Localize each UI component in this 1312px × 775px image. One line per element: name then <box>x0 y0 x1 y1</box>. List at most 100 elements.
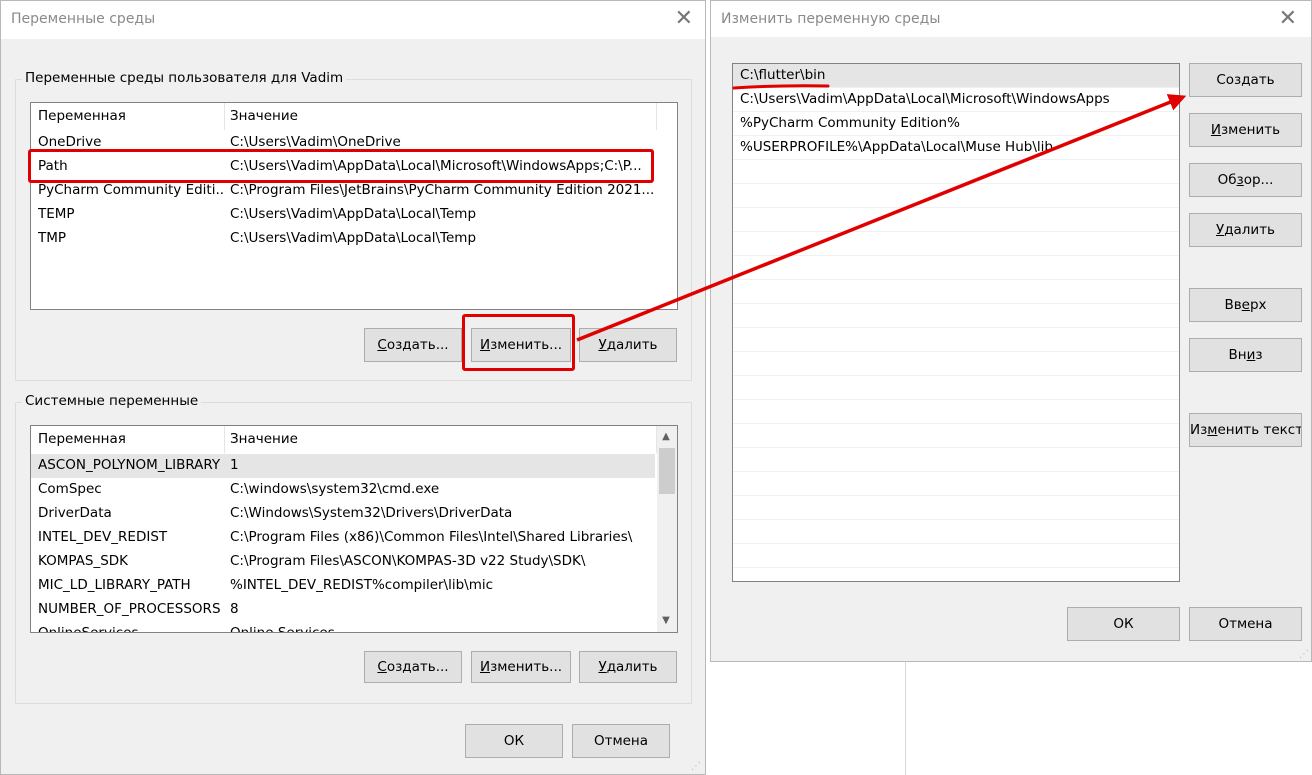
var-name: TEMP <box>38 206 75 222</box>
env-cancel-button[interactable]: Отмена <box>572 724 670 758</box>
window-title: Изменить переменную среды <box>721 11 941 27</box>
resize-grip-icon[interactable]: ⋰ <box>691 761 701 772</box>
list-item[interactable]: %USERPROFILE%\AppData\Local\Muse Hub\lib <box>733 136 1179 160</box>
empty-row[interactable] <box>733 424 1179 448</box>
table-row[interactable]: OneDrive C:\Users\Vadim\OneDrive <box>31 131 677 155</box>
table-row[interactable]: ComSpec C:\windows\system32\cmd.exe <box>31 478 677 502</box>
var-value: 8 <box>230 601 239 617</box>
empty-row[interactable] <box>733 376 1179 400</box>
empty-row[interactable] <box>733 256 1179 280</box>
empty-row[interactable] <box>733 400 1179 424</box>
empty-row[interactable] <box>733 352 1179 376</box>
path-move-down-button[interactable]: Вниз <box>1189 338 1302 372</box>
env-vars-titlebar: Переменные среды ✕ <box>1 1 705 39</box>
edit-var-titlebar: Изменить переменную среды ✕ <box>711 1 1311 37</box>
var-name: OneDrive <box>38 134 102 150</box>
var-name: MIC_LD_LIBRARY_PATH <box>38 577 191 593</box>
scroll-up-icon[interactable]: ▲ <box>657 428 675 446</box>
path-delete-button[interactable]: Удалить <box>1189 213 1302 247</box>
system-edit-button[interactable]: Изменить... <box>471 651 571 683</box>
list-item[interactable]: C:\Users\Vadim\AppData\Local\Microsoft\W… <box>733 88 1179 112</box>
table-row[interactable]: ASCON_POLYNOM_LIBRARY 1 <box>31 454 655 478</box>
system-vars-group: Системные переменные Переменная Значение… <box>15 393 692 704</box>
system-vars-list[interactable]: Переменная Значение ASCON_POLYNOM_LIBRAR… <box>30 425 678 633</box>
user-vars-legend: Переменные среды пользователя для Vadim <box>22 70 347 86</box>
table-row[interactable]: OnlineServices Online Services <box>31 622 677 633</box>
var-value: C:\Users\Vadim\AppData\Local\Microsoft\W… <box>230 158 642 174</box>
env-vars-dialog: Переменные среды ✕ Переменные среды поль… <box>0 0 706 775</box>
empty-row[interactable] <box>733 280 1179 304</box>
table-row[interactable]: KOMPAS_SDK C:\Program Files\ASCON\KOMPAS… <box>31 550 677 574</box>
var-name: KOMPAS_SDK <box>38 553 129 569</box>
path-edit-button[interactable]: Изменить <box>1189 113 1302 147</box>
user-vars-list[interactable]: Переменная Значение OneDrive C:\Users\Va… <box>30 102 678 310</box>
var-name: DriverData <box>38 505 112 521</box>
empty-row[interactable] <box>733 520 1179 544</box>
empty-row[interactable] <box>733 544 1179 568</box>
list-item[interactable]: C:\flutter\bin <box>733 64 1179 88</box>
resize-grip-icon[interactable]: ⋰ <box>1299 649 1309 660</box>
path-move-up-button[interactable]: Вверх <box>1189 288 1302 322</box>
close-icon[interactable]: ✕ <box>1279 8 1297 30</box>
var-value: C:\Program Files\ASCON\KOMPAS-3D v22 Stu… <box>230 553 586 569</box>
var-value: C:\Program Files\JetBrains\PyCharm Commu… <box>230 182 655 198</box>
path-browse-button[interactable]: Обзор... <box>1189 163 1302 197</box>
col-header-variable[interactable]: Переменная <box>38 108 126 124</box>
user-vars-group: Переменные среды пользователя для Vadim … <box>15 70 692 381</box>
var-value: 1 <box>230 457 239 473</box>
table-row[interactable]: INTEL_DEV_REDIST C:\Program Files (x86)\… <box>31 526 677 550</box>
table-row[interactable]: PyCharm Community Editi... C:\Program Fi… <box>31 179 677 203</box>
var-name: ComSpec <box>38 481 102 497</box>
col-header-variable[interactable]: Переменная <box>38 431 126 447</box>
path-edit-text-button[interactable]: Изменить текст... <box>1189 413 1302 447</box>
empty-row[interactable] <box>733 160 1179 184</box>
var-value: C:\Users\Vadim\OneDrive <box>230 134 401 150</box>
var-value: C:\windows\system32\cmd.exe <box>230 481 440 497</box>
var-name: PyCharm Community Editi... <box>38 182 224 198</box>
table-row[interactable]: TEMP C:\Users\Vadim\AppData\Local\Temp <box>31 203 677 227</box>
user-create-button[interactable]: Создать... <box>364 328 462 362</box>
system-delete-button[interactable]: Удалить <box>579 651 677 683</box>
system-vars-legend: Системные переменные <box>22 393 202 409</box>
empty-row[interactable] <box>733 208 1179 232</box>
var-value: %INTEL_DEV_REDIST%compiler\lib\mic <box>230 577 494 593</box>
table-row[interactable]: Path C:\Users\Vadim\AppData\Local\Micros… <box>31 155 677 179</box>
var-name: OnlineServices <box>38 625 139 633</box>
var-name: INTEL_DEV_REDIST <box>38 529 168 545</box>
var-name: Path <box>38 158 68 174</box>
col-header-value[interactable]: Значение <box>230 108 298 124</box>
window-title: Переменные среды <box>11 11 156 27</box>
table-row[interactable]: DriverData C:\Windows\System32\Drivers\D… <box>31 502 677 526</box>
list-item[interactable]: %PyCharm Community Edition% <box>733 112 1179 136</box>
user-delete-button[interactable]: Удалить <box>579 328 677 362</box>
scroll-down-icon[interactable]: ▼ <box>657 612 675 630</box>
system-create-button[interactable]: Создать... <box>364 651 462 683</box>
system-vars-scrollbar[interactable]: ▲ ▼ <box>657 426 677 632</box>
edit-ok-button[interactable]: ОК <box>1067 607 1180 641</box>
var-name: ASCON_POLYNOM_LIBRARY <box>38 457 221 473</box>
path-entries-list[interactable]: C:\flutter\bin C:\Users\Vadim\AppData\Lo… <box>732 63 1180 582</box>
var-name: TMP <box>38 230 67 246</box>
empty-row[interactable] <box>733 472 1179 496</box>
empty-row[interactable] <box>733 496 1179 520</box>
env-ok-button[interactable]: ОК <box>465 724 563 758</box>
path-create-button[interactable]: Создать <box>1189 63 1302 97</box>
var-value: C:\Program Files (x86)\Common Files\Inte… <box>230 529 633 545</box>
var-value: Online Services <box>230 625 335 633</box>
table-row[interactable]: TMP C:\Users\Vadim\AppData\Local\Temp <box>31 227 677 251</box>
empty-row[interactable] <box>733 304 1179 328</box>
close-icon[interactable]: ✕ <box>675 8 693 30</box>
empty-row[interactable] <box>733 232 1179 256</box>
table-row[interactable]: MIC_LD_LIBRARY_PATH %INTEL_DEV_REDIST%co… <box>31 574 677 598</box>
scroll-thumb[interactable] <box>659 448 675 494</box>
var-value: C:\Users\Vadim\AppData\Local\Temp <box>230 206 477 222</box>
empty-row[interactable] <box>733 328 1179 352</box>
empty-row[interactable] <box>733 448 1179 472</box>
col-header-value[interactable]: Значение <box>230 431 298 447</box>
table-row[interactable]: NUMBER_OF_PROCESSORS 8 <box>31 598 677 622</box>
edit-cancel-button[interactable]: Отмена <box>1189 607 1302 641</box>
user-edit-button[interactable]: Изменить... <box>471 328 571 362</box>
var-value: C:\Windows\System32\Drivers\DriverData <box>230 505 513 521</box>
empty-row[interactable] <box>733 184 1179 208</box>
system-vars-header: Переменная Значение <box>31 426 677 454</box>
